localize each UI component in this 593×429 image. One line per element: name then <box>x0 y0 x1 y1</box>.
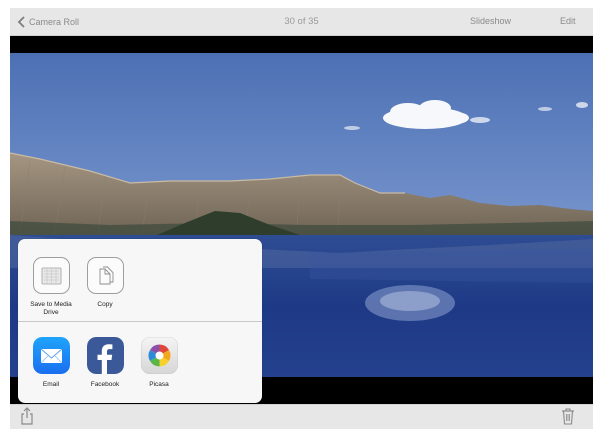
media-drive-icon <box>32 257 70 294</box>
picasa-share-button[interactable]: Picasa <box>134 337 184 389</box>
photo-viewer: Camera Roll 30 of 35 Slideshow Edit Save… <box>10 8 593 429</box>
mail-icon <box>32 337 70 374</box>
bottom-toolbar <box>10 404 593 429</box>
save-to-media-drive-label: Save to Media Drive <box>30 301 72 316</box>
copy-action[interactable]: Copy <box>80 257 130 309</box>
chevron-left-icon <box>17 15 25 28</box>
back-button[interactable]: Camera Roll <box>17 8 79 35</box>
copy-label: Copy <box>97 301 113 308</box>
facebook-icon <box>86 337 124 374</box>
trash-icon[interactable] <box>561 407 575 429</box>
navigation-bar: Camera Roll 30 of 35 Slideshow Edit <box>10 8 593 36</box>
share-actions-row: Save to Media Drive Copy <box>18 239 262 321</box>
facebook-label: Facebook <box>90 381 120 388</box>
slideshow-button[interactable]: Slideshow <box>470 8 511 35</box>
edit-button[interactable]: Edit <box>560 8 576 35</box>
picasa-label: Picasa <box>149 381 169 388</box>
save-to-media-drive-action[interactable]: Save to Media Drive <box>26 257 76 317</box>
share-apps-row: Email Facebook Picasa <box>18 322 262 403</box>
facebook-share-button[interactable]: Facebook <box>80 337 130 389</box>
email-label: Email <box>42 381 60 388</box>
email-share-button[interactable]: Email <box>26 337 76 389</box>
copy-icon <box>86 257 124 294</box>
share-icon[interactable] <box>19 406 35 429</box>
back-button-label: Camera Roll <box>29 16 80 27</box>
picasa-icon <box>140 337 178 374</box>
share-sheet: Save to Media Drive Copy Email Facebook … <box>18 239 262 403</box>
